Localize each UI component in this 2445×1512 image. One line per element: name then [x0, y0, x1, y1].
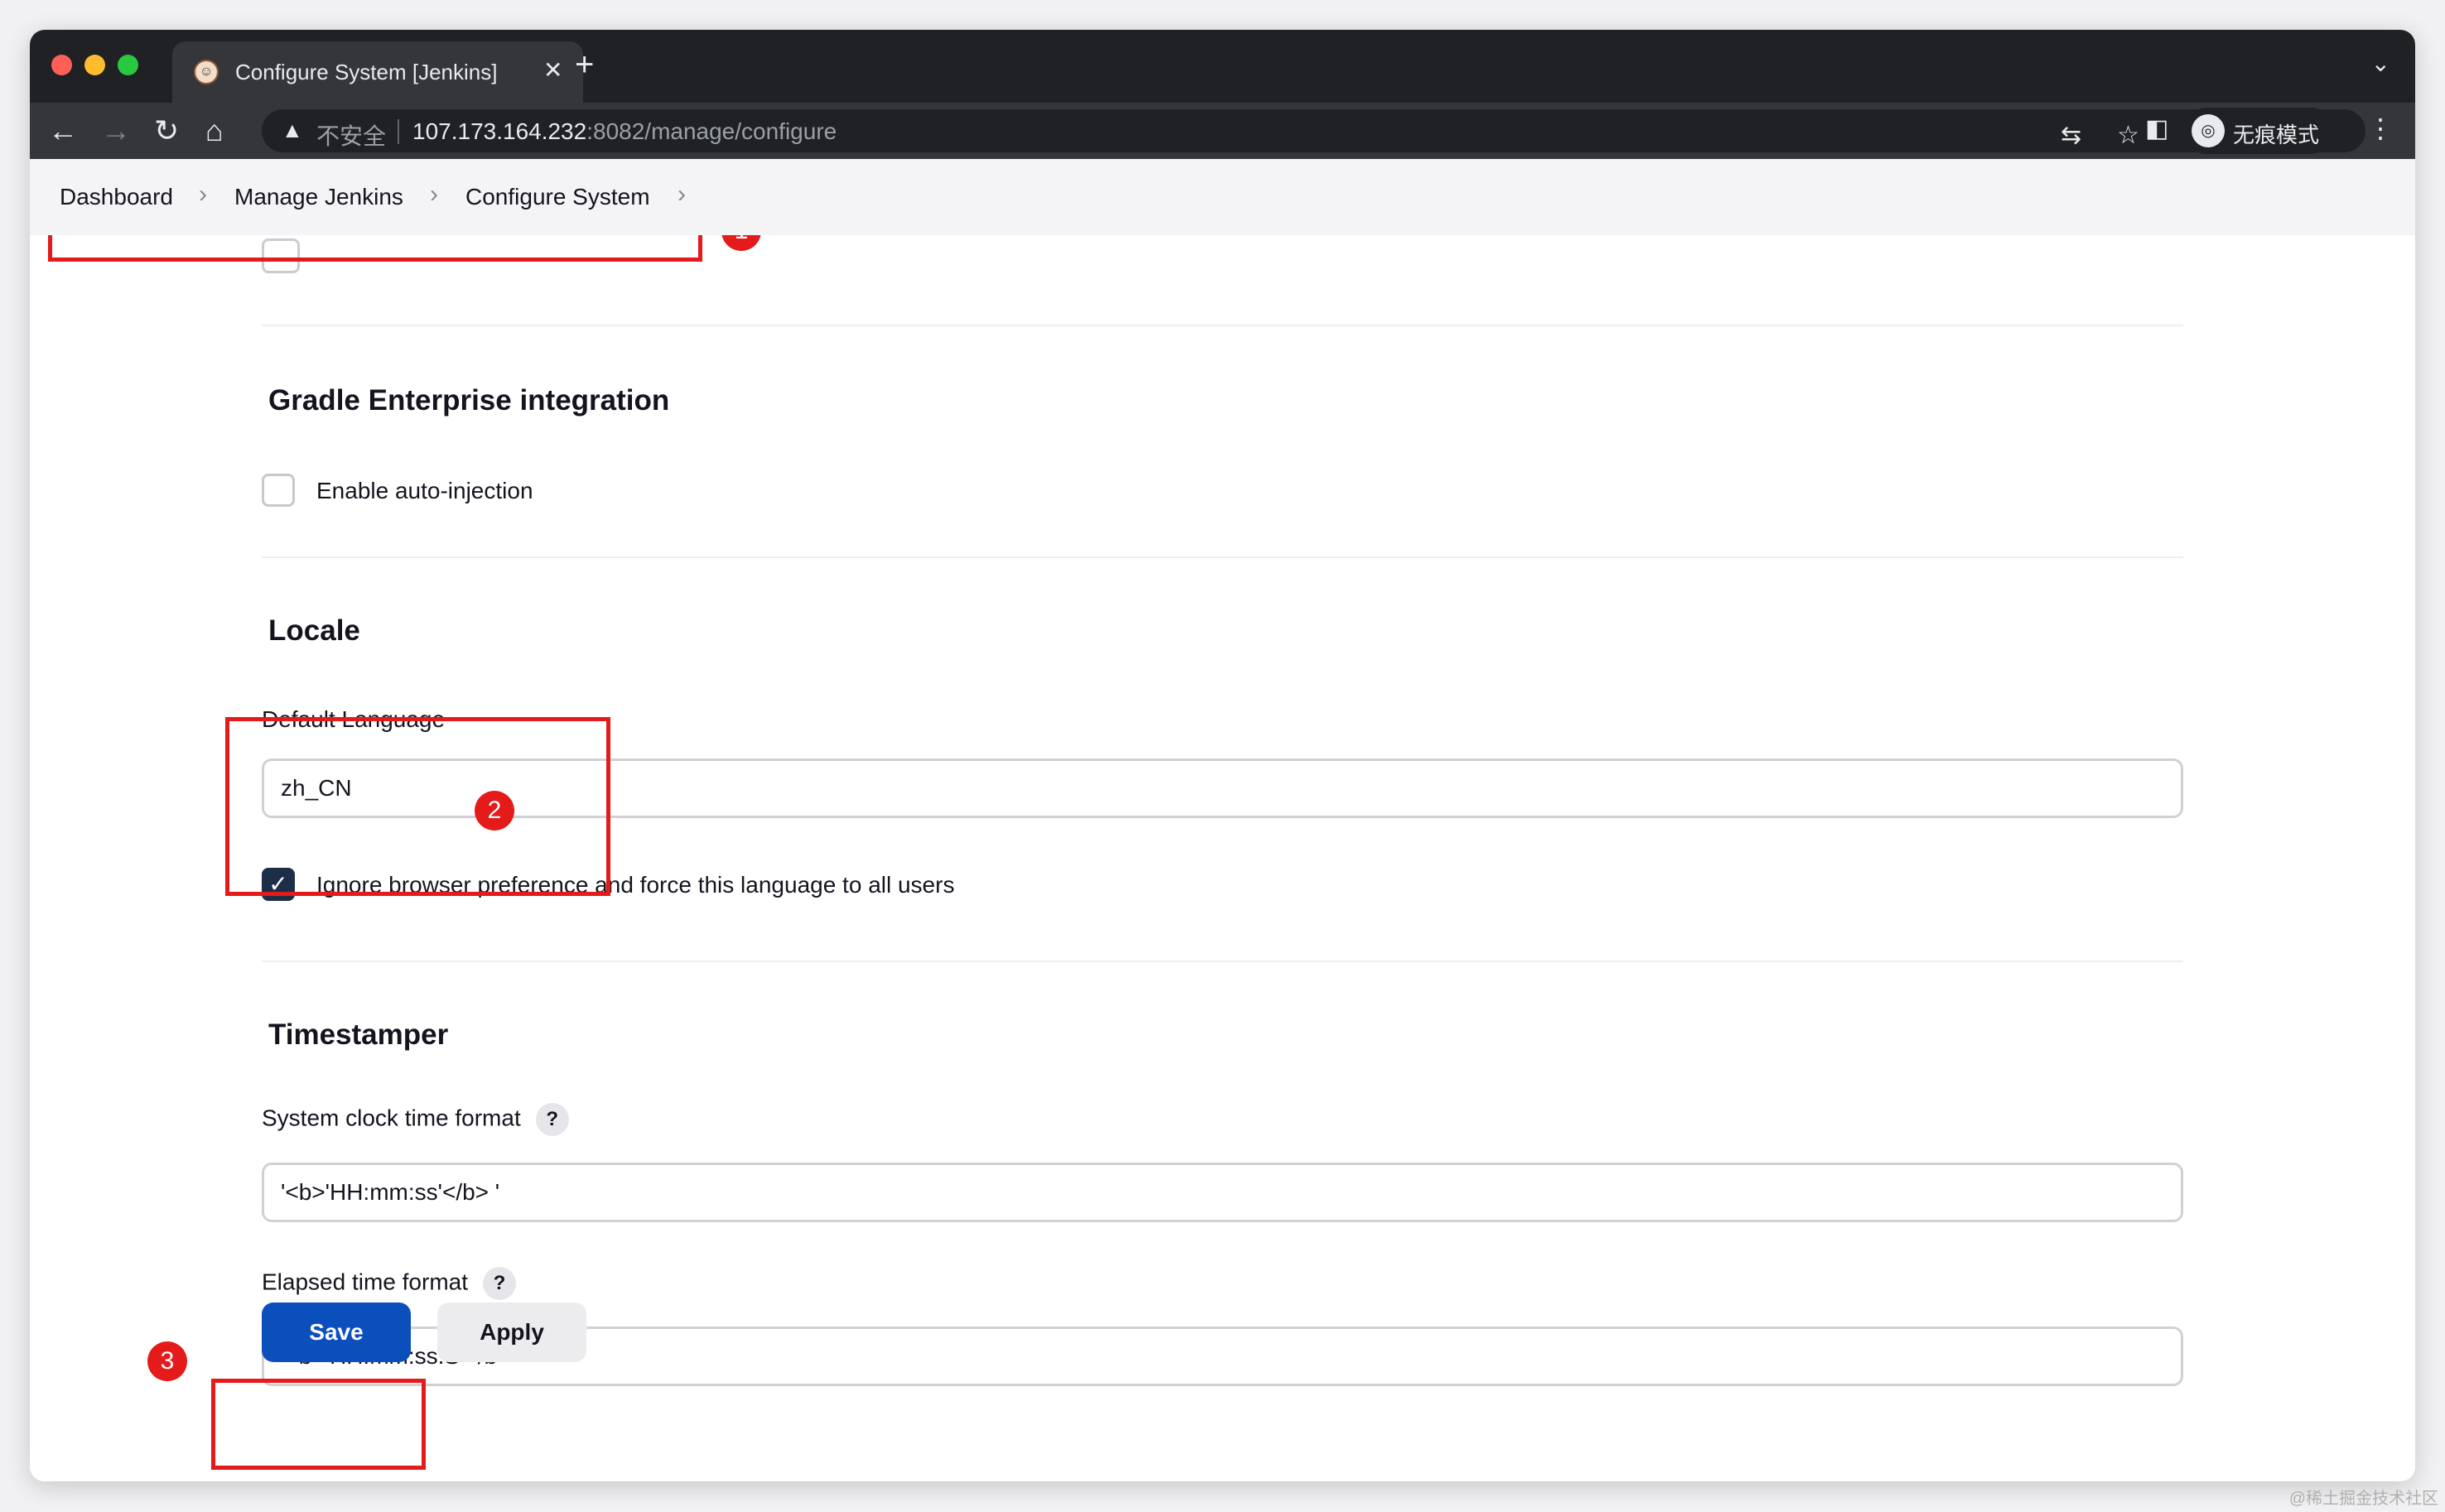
annotation-box-3: [211, 1379, 426, 1470]
section-divider: [262, 325, 2183, 326]
incognito-indicator[interactable]: ◎ 无痕模式: [2183, 108, 2334, 154]
chevron-right-icon: ›: [199, 181, 207, 208]
system-clock-format-label-text: System clock time format: [262, 1105, 521, 1131]
section-divider: [262, 556, 2183, 558]
insecure-label[interactable]: 不安全: [316, 118, 386, 152]
jenkins-favicon-icon: ☺: [194, 60, 219, 84]
tab-search-chevron-icon[interactable]: ⌄: [2371, 50, 2390, 77]
locale-section-title: Locale: [268, 614, 360, 647]
section-divider: [262, 961, 2183, 962]
breadcrumb: Dashboard › Manage Jenkins › Configure S…: [30, 159, 2415, 235]
timestamper-section-title: Timestamper: [268, 1018, 449, 1051]
warning-icon[interactable]: ▲: [282, 118, 303, 143]
browser-tab[interactable]: ☺ Configure System [Jenkins] ✕: [172, 41, 583, 103]
chevron-right-icon[interactable]: ›: [678, 181, 686, 209]
bookmark-star-icon[interactable]: ☆: [2117, 121, 2139, 150]
address-separator: [398, 119, 399, 144]
close-tab-icon[interactable]: ✕: [543, 56, 562, 84]
address-bar[interactable]: ▲ 不安全 107.173.164.232:8082/manage/config…: [262, 109, 2365, 152]
annotation-marker-3: 3: [147, 1341, 187, 1381]
breadcrumb-dashboard[interactable]: Dashboard: [60, 184, 173, 210]
url-text[interactable]: 107.173.164.232:8082/manage/configure: [412, 118, 837, 145]
elapsed-time-format-label-text: Elapsed time format: [262, 1269, 468, 1295]
annotation-box-2: [225, 717, 610, 896]
url-host: 107.173.164.232: [412, 118, 587, 144]
reload-icon[interactable]: ↻: [154, 114, 179, 147]
incognito-icon: ◎: [2192, 114, 2225, 147]
side-panel-icon[interactable]: ◧: [2145, 114, 2168, 143]
watermark: @稀土掘金技术社区: [2288, 1490, 2438, 1508]
url-path: :8082/manage/configure: [586, 118, 837, 144]
close-window-button[interactable]: [51, 55, 72, 75]
tab-bar: ☺ Configure System [Jenkins] ✕ + ⌄: [30, 30, 2415, 103]
help-icon[interactable]: ?: [535, 1103, 569, 1136]
system-clock-format-input[interactable]: '<b>'HH:mm:ss'</b> ': [262, 1163, 2183, 1222]
back-arrow-icon[interactable]: ←: [48, 114, 78, 147]
save-button[interactable]: Save: [262, 1303, 411, 1362]
enable-auto-injection-checkbox[interactable]: [262, 474, 295, 507]
tab-title: Configure System [Jenkins]: [235, 60, 498, 84]
chevron-right-icon: ›: [430, 181, 438, 208]
enable-auto-injection-label[interactable]: Enable auto-injection: [316, 478, 533, 504]
home-icon[interactable]: ⌂: [205, 114, 224, 147]
system-clock-format-label: System clock time format?: [262, 1103, 569, 1136]
help-icon[interactable]: ?: [483, 1267, 516, 1300]
breadcrumb-manage-jenkins[interactable]: Manage Jenkins: [234, 184, 403, 210]
minimize-window-button[interactable]: [84, 55, 105, 75]
annotation-marker-2: 2: [475, 791, 514, 831]
incognito-label: 无痕模式: [2233, 123, 2320, 147]
new-tab-icon[interactable]: +: [575, 48, 594, 81]
forward-arrow-icon[interactable]: →: [101, 114, 131, 147]
browser-menu-icon[interactable]: ⋮: [2367, 113, 2394, 144]
breadcrumb-configure-system[interactable]: Configure System: [465, 184, 650, 210]
gradle-section-title: Gradle Enterprise integration: [268, 384, 670, 417]
translate-icon[interactable]: ⇆: [2061, 121, 2081, 150]
apply-button[interactable]: Apply: [437, 1303, 586, 1362]
browser-toolbar: ← → ↻ ⌂ ▲ 不安全 107.173.164.232:8082/manag…: [30, 103, 2415, 159]
zoom-window-button[interactable]: [118, 55, 138, 75]
elapsed-time-format-label: Elapsed time format?: [262, 1267, 516, 1300]
